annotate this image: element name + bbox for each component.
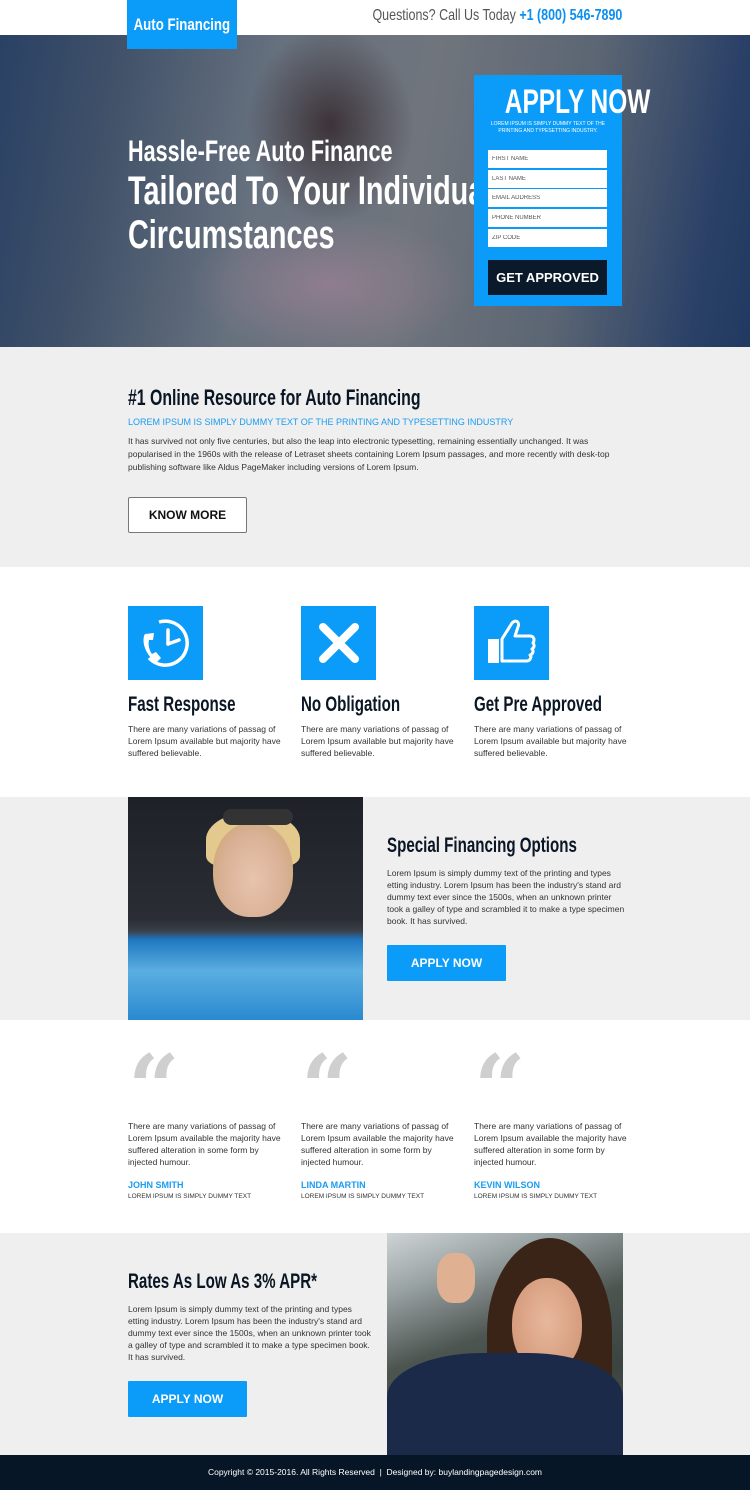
feature-text: There are many variations of passag of L… — [301, 724, 454, 758]
site-header: Auto Financing Questions? Call Us Today … — [0, 0, 750, 49]
phone-callout: Questions? Call Us Today +1 (800) 546-78… — [372, 7, 622, 25]
phone-field[interactable] — [488, 209, 607, 228]
phone-number-link[interactable]: +1 (800) 546-7890 — [519, 7, 622, 24]
feature-title: Get Pre Approved — [474, 693, 602, 716]
know-more-button[interactable]: KNOW MORE — [128, 497, 247, 533]
testimonial-text: There are many variations of passag of L… — [474, 1121, 627, 1167]
feature-fast-response: Fast Response There are many variations … — [128, 606, 288, 759]
special-body: Lorem Ipsum is simply dummy text of the … — [387, 868, 625, 926]
testimonial-name: KEVIN WILSON — [474, 1180, 541, 1190]
hero-title-line-3: Circumstances — [128, 213, 335, 257]
testimonial-text: There are many variations of passag of L… — [128, 1121, 281, 1167]
apply-now-button[interactable]: APPLY NOW — [387, 945, 506, 981]
testimonial-text: There are many variations of passag of L… — [301, 1121, 454, 1167]
x-mark-icon — [301, 606, 376, 680]
testimonial-name: LINDA MARTIN — [301, 1180, 366, 1190]
apply-form: APPLY NOW LOREM IPSUM IS SIMPLY DUMMY TE… — [474, 75, 651, 306]
form-subtitle: LOREM IPSUM IS SIMPLY DUMMY TEXT OF THE … — [490, 121, 606, 134]
testimonial: “ There are many variations of passag of… — [301, 1035, 461, 1200]
rates-content: Rates As Low As 3% APR* Lorem Ipsum is s… — [128, 1270, 373, 1417]
resource-body: It has survived not only five centuries,… — [128, 436, 610, 472]
logo-text: Auto Financing — [133, 14, 231, 34]
feature-no-obligation: No Obligation There are many variations … — [301, 606, 461, 759]
quote-icon: “ — [128, 1035, 180, 1141]
woman-in-car-photo — [128, 797, 363, 1020]
site-footer: Copyright © 2015-2016. All Rights Reserv… — [0, 1455, 750, 1490]
form-title: APPLY NOW — [504, 83, 651, 121]
zip-code-field[interactable] — [488, 228, 607, 247]
testimonials-section: “ There are many variations of passag of… — [0, 1020, 750, 1233]
phone-prefix: Questions? Call Us Today — [372, 7, 519, 24]
testimonial: “ There are many variations of passag of… — [128, 1035, 288, 1200]
testimonial: “ There are many variations of passag of… — [474, 1035, 634, 1200]
resource-section: #1 Online Resource for Auto Financing LO… — [0, 347, 750, 567]
feature-title: No Obligation — [301, 693, 401, 716]
thumbs-up-icon — [474, 606, 549, 680]
feature-text: There are many variations of passag of L… — [128, 724, 281, 758]
get-approved-button[interactable]: GET APPROVED — [488, 259, 607, 295]
hero-section: Hassle-Free Auto Finance Tailored To You… — [0, 35, 750, 347]
apply-now-button-bottom[interactable]: APPLY NOW — [128, 1381, 247, 1417]
testimonial-name: JOHN SMITH — [128, 1180, 184, 1190]
testimonial-role: LOREM IPSUM IS SIMPLY DUMMY TEXT — [128, 1193, 252, 1200]
special-title: Special Financing Options — [387, 834, 577, 857]
phone-clock-icon — [128, 606, 203, 680]
email-field[interactable] — [488, 189, 607, 208]
feature-pre-approved: Get Pre Approved There are many variatio… — [474, 606, 634, 759]
first-name-field[interactable] — [488, 150, 607, 168]
special-financing-section: Special Financing Options Lorem Ipsum is… — [0, 797, 750, 1020]
footer-copyright: Copyright © 2015-2016. All Rights Reserv… — [207, 1467, 543, 1477]
resource-subtitle: LOREM IPSUM IS SIMPLY DUMMY TEXT OF THE … — [128, 417, 514, 427]
quote-icon: “ — [301, 1035, 353, 1141]
feature-title: Fast Response — [128, 693, 236, 716]
hero-title-line-2: Tailored To Your Individual — [128, 169, 493, 213]
rates-body: Lorem Ipsum is simply dummy text of the … — [128, 1304, 371, 1362]
testimonial-role: LOREM IPSUM IS SIMPLY DUMMY TEXT — [301, 1193, 425, 1200]
last-name-field[interactable] — [488, 169, 607, 188]
logo[interactable]: Auto Financing — [127, 0, 237, 49]
woman-with-keys-photo — [387, 1233, 623, 1455]
testimonial-role: LOREM IPSUM IS SIMPLY DUMMY TEXT — [474, 1193, 598, 1200]
resource-title: #1 Online Resource for Auto Financing — [128, 385, 421, 410]
quote-icon: “ — [474, 1035, 526, 1141]
special-financing-content: Special Financing Options Lorem Ipsum is… — [387, 834, 627, 981]
rates-title: Rates As Low As 3% APR* — [128, 1270, 318, 1293]
hero-title-line-1: Hassle-Free Auto Finance — [128, 135, 393, 168]
feature-text: There are many variations of passag of L… — [474, 724, 627, 758]
features-section: Fast Response There are many variations … — [0, 567, 750, 797]
rates-section: Rates As Low As 3% APR* Lorem Ipsum is s… — [0, 1233, 750, 1455]
